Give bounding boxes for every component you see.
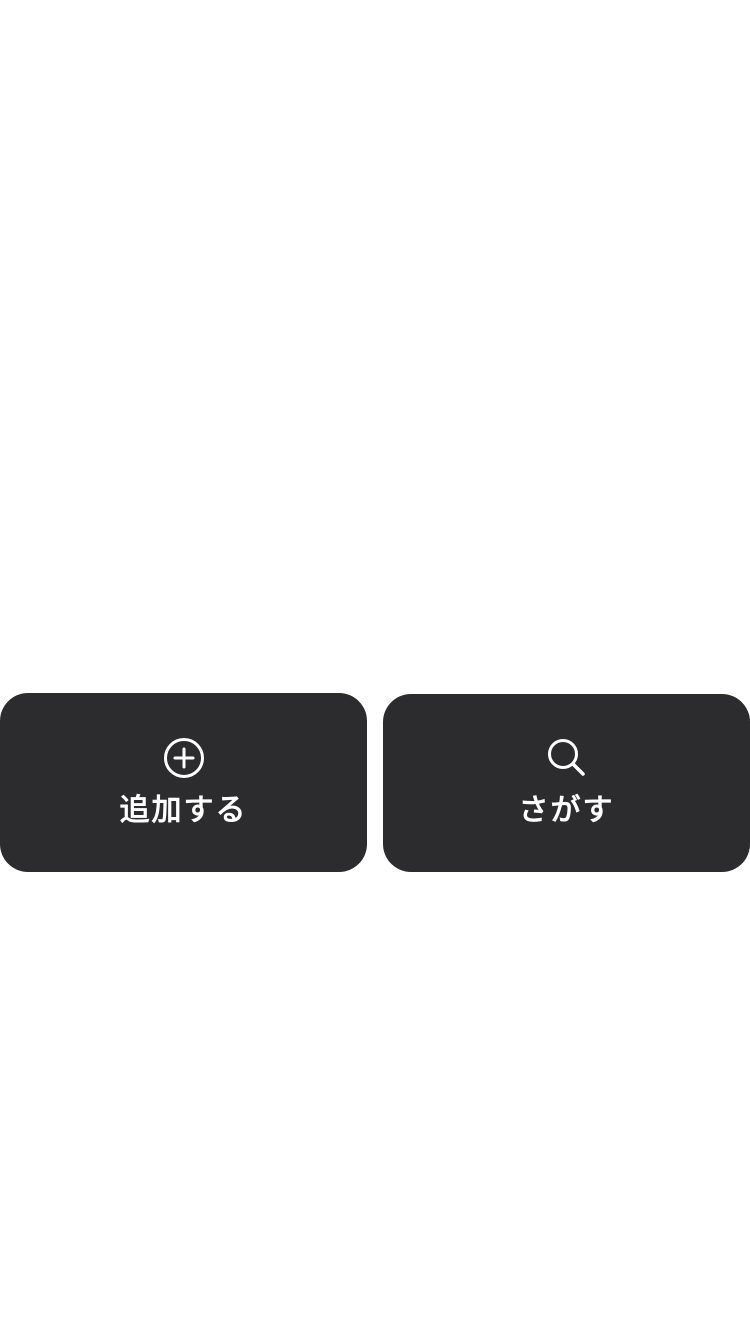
search-button-label: さがす bbox=[518, 793, 615, 828]
screen: 追加する さがす bbox=[0, 0, 750, 1334]
search-icon bbox=[545, 736, 589, 780]
add-button[interactable]: 追加する bbox=[0, 693, 367, 872]
plus-circle-icon bbox=[162, 736, 206, 780]
search-button[interactable]: さがす bbox=[383, 694, 750, 872]
add-button-label: 追加する bbox=[119, 792, 248, 828]
